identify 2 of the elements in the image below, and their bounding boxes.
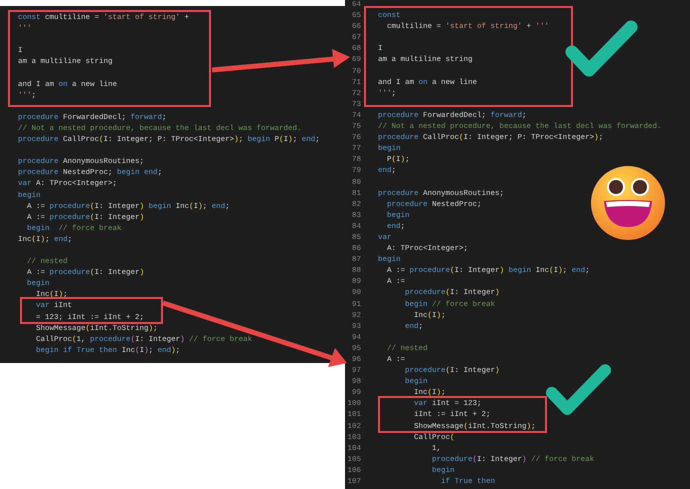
grinning-face-icon (590, 165, 666, 241)
checkmark-icon (543, 362, 613, 418)
